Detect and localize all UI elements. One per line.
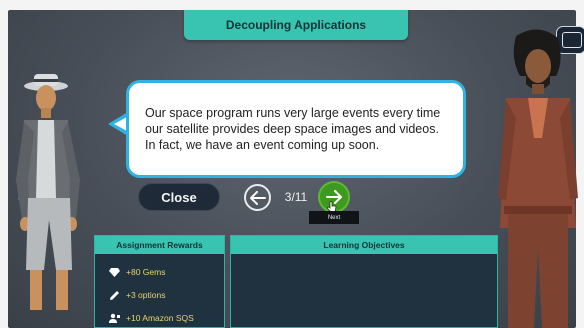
gem-icon — [109, 267, 120, 277]
reward-label: +80 Gems — [126, 267, 166, 277]
dialog-text: Our space program runs very large events… — [145, 106, 441, 152]
reward-label: +10 Amazon SQS — [126, 313, 194, 323]
objectives-header: Learning Objectives — [231, 236, 497, 254]
pencil-icon — [110, 290, 119, 300]
previous-button[interactable] — [244, 184, 271, 211]
assignment-rewards-panel: Assignment Rewards +80 Gems +3 options +… — [94, 235, 225, 328]
character-man — [498, 28, 578, 328]
character-woman — [14, 70, 104, 328]
person-badge-icon — [109, 313, 120, 323]
reward-item: +3 options — [109, 288, 165, 302]
reward-item: +10 Amazon SQS — [109, 311, 194, 325]
assignment-title: Decoupling Applications — [184, 10, 408, 40]
learning-objectives-panel: Learning Objectives — [230, 235, 498, 328]
arrow-left-icon — [249, 190, 266, 205]
reward-item: +80 Gems — [109, 265, 165, 279]
rewards-header: Assignment Rewards — [95, 236, 224, 254]
speech-bubble: Our space program runs very large events… — [126, 80, 466, 178]
reward-label: +3 options — [126, 290, 166, 300]
close-button[interactable]: Close — [138, 183, 220, 211]
dialog-progress: 3/11 — [284, 190, 308, 204]
next-tooltip: Next — [309, 211, 359, 224]
